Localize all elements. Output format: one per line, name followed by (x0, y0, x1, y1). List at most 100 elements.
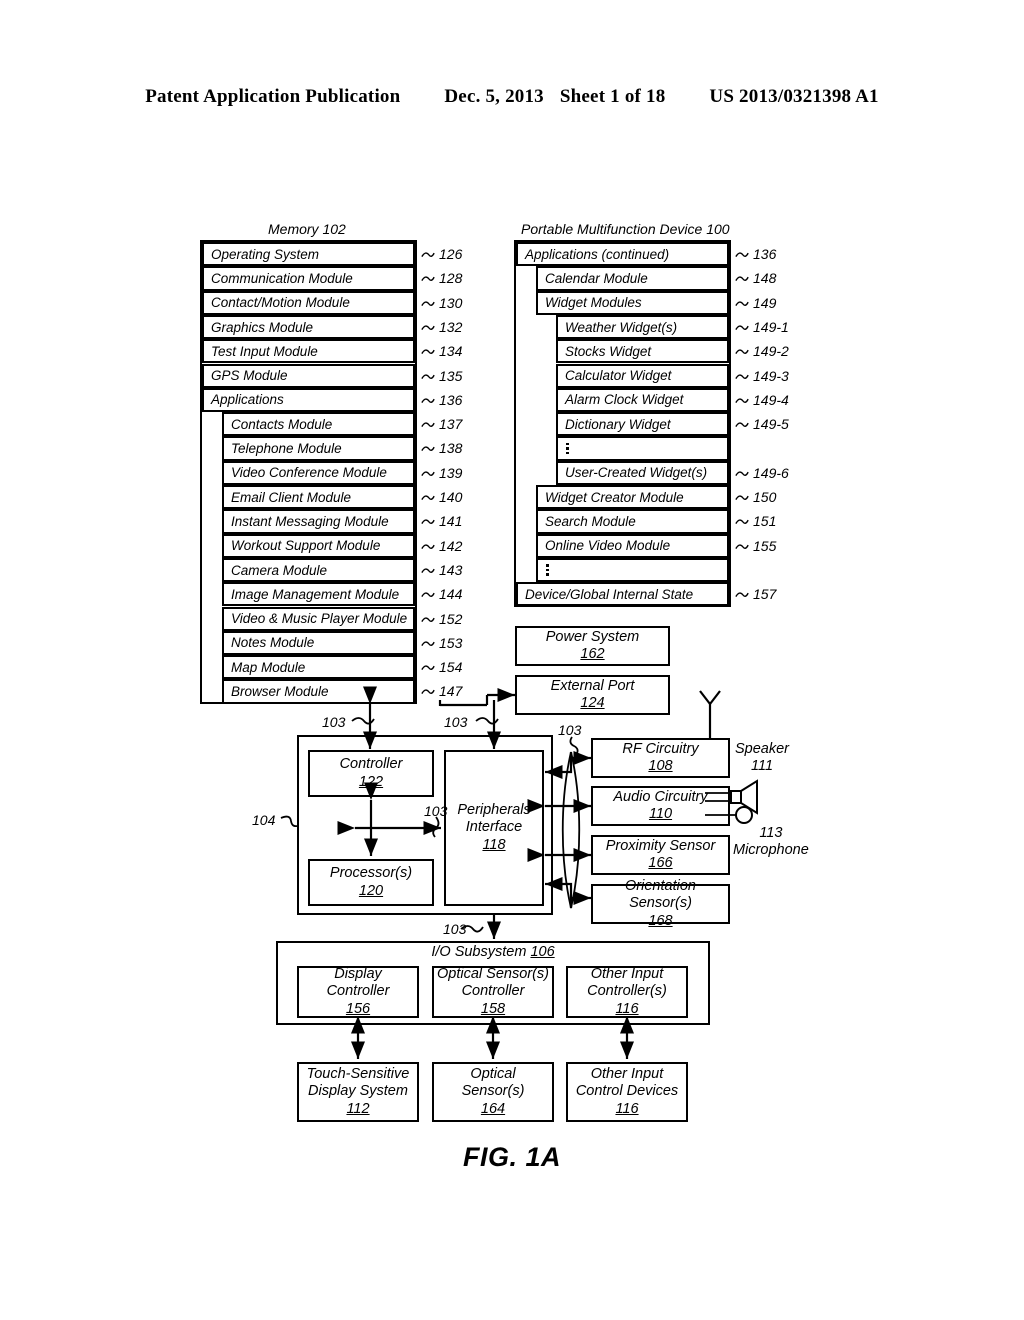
leader-squiggle (421, 349, 435, 355)
optical-sensor-block: Optical Sensor(s) 164 (432, 1062, 554, 1122)
list-item: Browser Module (222, 679, 415, 704)
reference-number: 151 (753, 513, 777, 530)
reference-number: 149-3 (753, 367, 789, 384)
bus-ref-103-e: 103 (443, 921, 467, 937)
rf-circuitry-number: 108 (648, 758, 673, 774)
leader-squiggle (421, 689, 435, 695)
list-item-label: Email Client Module (231, 489, 352, 505)
list-item: Graphics Module (202, 314, 415, 340)
reference-number: 149 (753, 294, 777, 311)
leader-squiggle (421, 641, 435, 646)
ellipsis-icon (566, 442, 569, 455)
list-item: User-Created Widget(s) (556, 460, 729, 485)
external-port-number: 124 (580, 695, 605, 711)
leader-squiggle (735, 300, 749, 306)
list-item-label: Telephone Module (231, 441, 342, 457)
reference-number: 154 (439, 659, 463, 676)
proximity-sensor-label: Proximity Sensor (605, 837, 716, 854)
other-input-controller-label-1: Other Input (590, 965, 664, 982)
io-subsystem-number: 106 (530, 944, 555, 960)
speaker-annotation: Speaker 111 (735, 741, 789, 776)
reference-number: 144 (439, 586, 463, 603)
list-item: Alarm Clock Widget (556, 387, 729, 413)
leader-squiggle (421, 446, 435, 452)
reference-number: 148 (753, 270, 777, 287)
list-item-label: Calendar Module (545, 270, 648, 286)
leader-squiggle (421, 471, 435, 476)
other-input-devices-label-2: Control Devices (575, 1083, 679, 1100)
list-item-label: Stocks Widget (565, 343, 652, 359)
processor-number: 120 (358, 882, 384, 899)
reference-number: 140 (439, 489, 463, 505)
leader-squiggle (421, 373, 435, 379)
list-item: Instant Messaging Module (222, 509, 415, 534)
list-item: Operating System (202, 242, 415, 267)
other-input-controller-number: 116 (615, 1000, 639, 1017)
other-input-controller-label-2: Controller(s) (587, 983, 667, 1000)
list-item: Widget Creator Module (536, 485, 729, 510)
list-item: Dictionary Widget (556, 412, 729, 437)
bus-ref-103-a: 103 (322, 714, 346, 730)
figure-label: FIG. 1A (462, 1142, 561, 1172)
other-input-devices-number: 116 (615, 1100, 639, 1117)
leader-squiggle (421, 325, 435, 330)
list-item: Camera Module (222, 557, 415, 583)
power-system-label: Power System (545, 628, 640, 645)
external-port-label: External Port (550, 677, 635, 694)
list-item: Workout Support Module (222, 533, 415, 558)
leader-squiggle (735, 519, 749, 525)
controller-number: 122 (358, 773, 384, 790)
display-controller-number: 156 (345, 1000, 371, 1017)
leader-squiggle (735, 252, 749, 257)
list-item-label: Device/Global Internal State (525, 586, 694, 602)
other-input-controller-block: Other Input Controller(s) 116 (566, 966, 688, 1018)
list-item: Calendar Module (536, 266, 729, 291)
microphone-annotation: 113 Microphone (733, 825, 809, 860)
leader-squiggle (421, 543, 435, 549)
controller-block: Controller 122 (308, 750, 434, 797)
reference-number: 130 (439, 294, 463, 311)
display-controller-block: Display Controller 156 (297, 966, 419, 1018)
list-item-label: Map Module (231, 659, 306, 675)
list-item-label: Browser Module (231, 684, 329, 700)
other-input-devices-block: Other Input Control Devices 116 (566, 1062, 688, 1122)
list-item: Test Input Module (202, 339, 415, 364)
power-system-block: Power System 162 (515, 626, 670, 666)
peripherals-interface-label-1: Peripherals (457, 801, 531, 818)
optical-sensor-controller-label-1: Optical Sensor(s) (436, 965, 549, 982)
list-item: Stocks Widget (556, 339, 729, 364)
proximity-sensor-block: Proximity Sensor 166 (591, 835, 730, 875)
touch-display-label-2: Display System (308, 1083, 408, 1100)
list-item: Communication Module (202, 266, 415, 291)
list-item: Telephone Module (222, 436, 415, 461)
header-date: Dec. 5, 2013 (444, 86, 544, 107)
reference-number: 149-1 (753, 318, 789, 335)
reference-number: 128 (439, 270, 463, 287)
speaker-label: Speaker (735, 741, 790, 757)
list-item-label: Operating System (211, 246, 320, 262)
memory-title: Memory 102 (268, 221, 346, 237)
reference-number: 142 (439, 537, 463, 554)
header-publication: Patent Application Publication (145, 86, 401, 107)
touch-display-label-1: Touch-Sensitive (306, 1065, 410, 1082)
reference-number: 136 (439, 391, 463, 408)
leader-squiggle (735, 373, 749, 379)
list-item-label: Contacts Module (231, 416, 333, 432)
leader-squiggle (735, 495, 749, 500)
reference-number: 135 (439, 367, 463, 384)
audio-circuitry-label: Audio Circuitry (613, 788, 708, 805)
optical-sensor-label-1: Optical (470, 1065, 516, 1082)
reference-number: 138 (439, 440, 463, 457)
controller-label: Controller (339, 756, 403, 773)
speaker-number: 111 (750, 758, 774, 775)
audio-circuitry-block: Audio Circuitry 110 (591, 786, 730, 826)
reference-number: 136 (753, 246, 777, 262)
io-subsystem-label: I/O Subsystem (431, 944, 527, 960)
processor-block: Processor(s) 120 (308, 859, 434, 906)
list-item: Image Management Module (222, 582, 415, 607)
reference-number: 141 (439, 513, 463, 530)
reference-number: 143 (439, 561, 463, 578)
list-item: Contacts Module (222, 412, 415, 437)
leader-squiggle (421, 568, 435, 573)
list-item: Map Module (222, 655, 415, 680)
